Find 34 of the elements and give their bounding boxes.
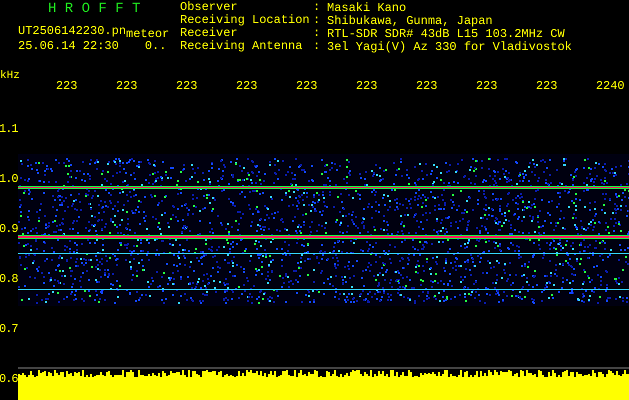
info-label: Receiving Antenna xyxy=(180,41,304,54)
axis-label: 1.0 xyxy=(0,172,18,186)
time-label: 223 xyxy=(356,78,378,93)
info-separator: : xyxy=(313,41,322,54)
counter: 0.. xyxy=(144,40,166,52)
axis-label: 0.6 xyxy=(0,372,18,386)
axis-label: 0.7 xyxy=(0,322,18,336)
axis-label: 0.9 xyxy=(0,222,18,236)
axis-label: 1.1 xyxy=(0,122,18,136)
axis-unit: kHz xyxy=(0,69,20,82)
time-label: 2240 xyxy=(596,78,626,93)
info-separator: : xyxy=(313,15,322,28)
info-separator: : xyxy=(313,28,322,41)
time-label: 223 xyxy=(116,78,138,93)
info-value: Shibukawa, Gunma, Japan xyxy=(327,15,494,28)
info-value: 3el Yagi(V) Az 330 for Vladivostok xyxy=(327,41,572,54)
time-label: 223 xyxy=(176,78,198,93)
time-label: 223 xyxy=(236,78,258,93)
app-title: H R O F F T xyxy=(47,0,142,18)
info-value: RTL-SDR SDR# 43dB L15 103.2MHz CW xyxy=(327,28,566,41)
info-label: Receiver xyxy=(180,28,239,40)
time-label: 223 xyxy=(416,78,438,93)
info-value: Masaki Kano xyxy=(327,2,408,15)
axis-label: 0.8 xyxy=(0,272,18,286)
info-separator: : xyxy=(313,2,322,15)
time-label: 223 xyxy=(56,78,78,93)
file-name: UT2506142230.pn xyxy=(18,25,126,38)
info-label: Observer xyxy=(180,2,239,14)
info-label: Receiving Location xyxy=(180,15,311,27)
time-label: 223 xyxy=(536,78,558,93)
file-note: meteor xyxy=(126,28,170,41)
date-time: 25.06.14 22:30 xyxy=(18,40,119,52)
time-label: 223 xyxy=(296,78,318,93)
time-label: 223 xyxy=(476,78,498,93)
